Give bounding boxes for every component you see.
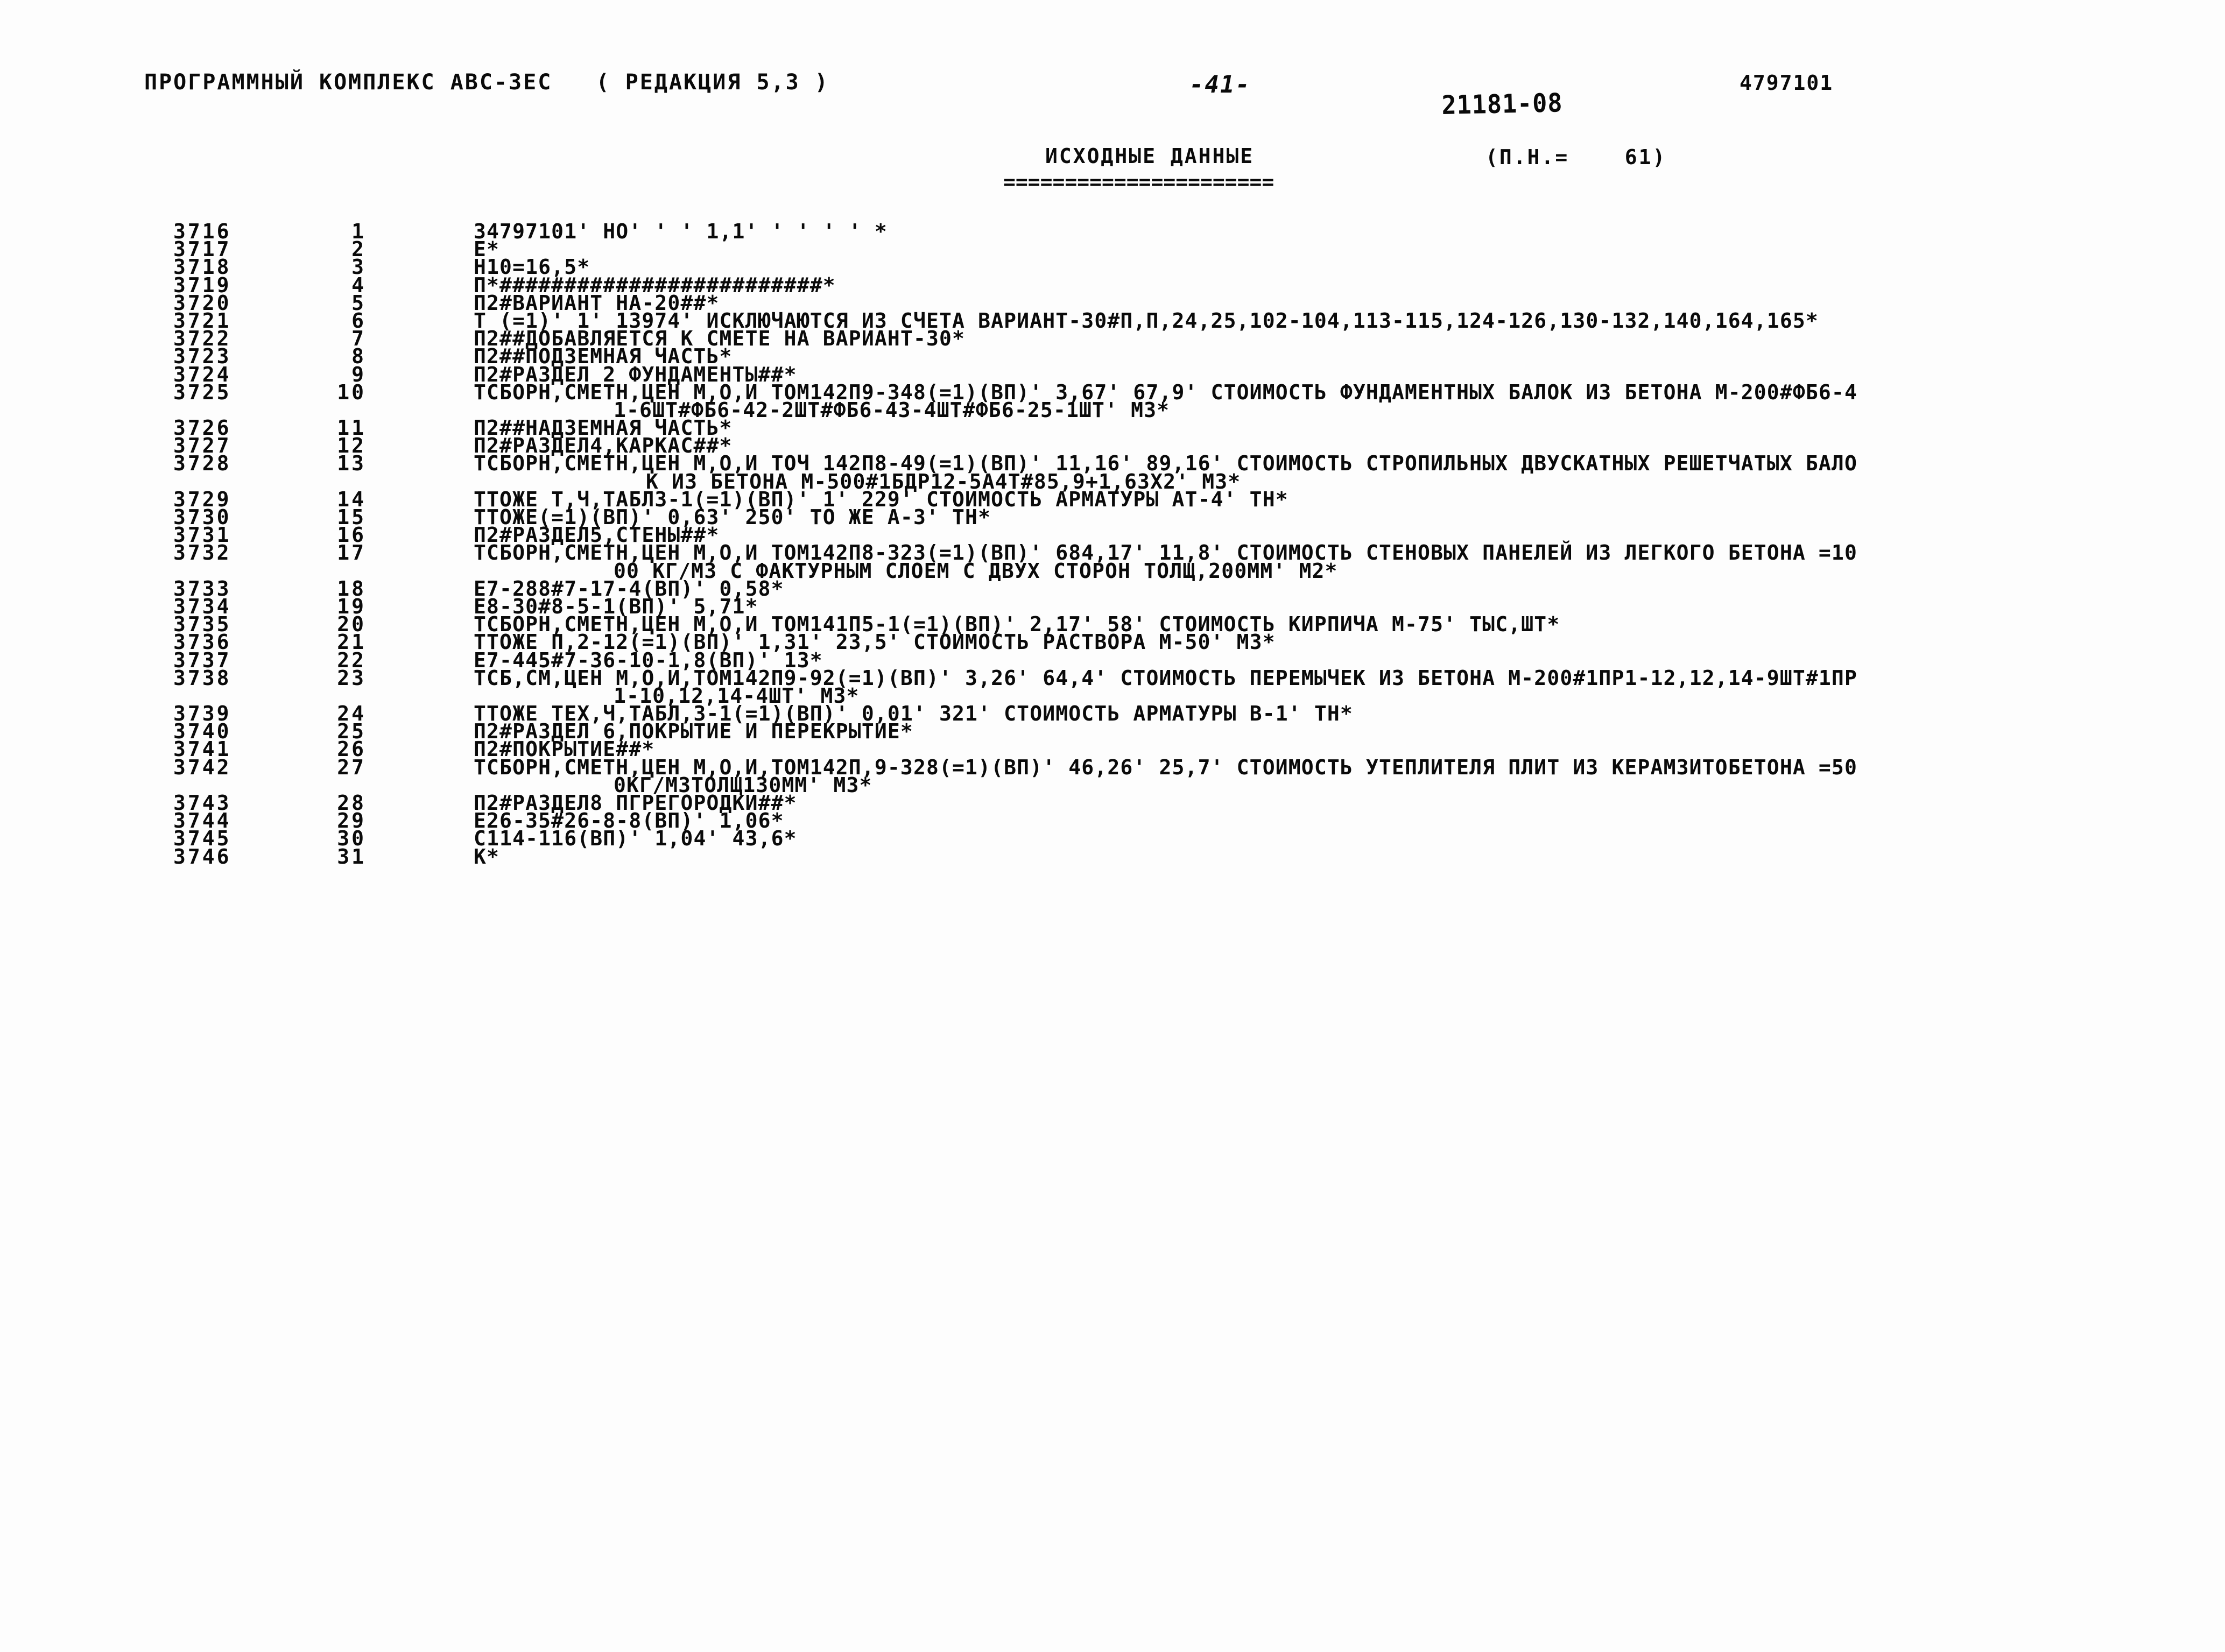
listing-row: 3738 23 ТСБ,СМ,ЦЕН М,О,И,ТОМ142П9-92(=1)(В… <box>0 666 2225 690</box>
listing-row: 3727 12 П2#РАЗДЕЛ4,КАРКАС##* <box>0 434 2225 457</box>
listing-row: 3736 21 ТТОЖЕ П,2-12(=1)(ВП)' 1,31' 23,5' … <box>0 630 2225 654</box>
listing-row: 0КГ/М3ТОЛЩ130ММ' М3* <box>0 773 2225 797</box>
listing-row: 3724 9 П2#РАЗДЕЛ 2 ФУНДАМЕНТЫ##* <box>0 363 2225 386</box>
listing-row: 3732 17 ТСБОРН,СМЕТН,ЦЕН М,О,И ТОМ142П8-32… <box>0 541 2225 564</box>
listing-row: 3742 27 ТСБОРН,СМЕТН,ЦЕН М,О,И,ТОМ142П,9-3… <box>0 756 2225 779</box>
listing-row: 00 КГ/М3 С ФАКТУРНЫМ СЛОЕМ С ДВУХ СТОРОН… <box>0 559 2225 583</box>
listing-row: 3735 20 ТСБОРН,СМЕТН,ЦЕН М,О,И ТОМ141П5-1(… <box>0 612 2225 636</box>
page-number: -41- <box>1189 71 1251 98</box>
listing-row: 3745 30 С114-116(ВП)' 1,04' 43,6* <box>0 827 2225 850</box>
code-listing: 3716 1 34797101' НО' ' ' 1,1' ' ' ' ' * 371… <box>0 220 2225 869</box>
listing-row: 3720 5 П2#ВАРИАНТ НА-20##* <box>0 291 2225 315</box>
section-title: ИСХОДНЫЕ ДАННЫЕ <box>1045 144 1255 168</box>
listing-row: 3744 29 Е26-35#26-8-8(ВП)' 1,06* <box>0 809 2225 832</box>
listing-row: 3741 26 П2#ПОКРЫТИЕ##* <box>0 737 2225 761</box>
listing-row: 3733 18 Е7-288#7-17-4(ВП)' 0,58* <box>0 577 2225 601</box>
pn-counter: (П.Н.= 61) <box>1485 145 1667 169</box>
listing-row: 1-10,12,14-4ШТ' М3* <box>0 684 2225 708</box>
listing-row: 3723 8 П2##ПОДЗЕМНАЯ ЧАСТЬ* <box>0 344 2225 368</box>
program-title: ПРОГРАММНЫЙ КОМПЛЕКС АВС-3ЕС ( РЕДАКЦИЯ … <box>144 70 829 95</box>
listing-row: 3721 6 Т (=1)' 1' 13974' ИСКЛЮЧАЮТСЯ ИЗ СЧ… <box>0 309 2225 333</box>
listing-row: 3729 14 ТТОЖЕ Т,Ч,ТАБЛ3-1(=1)(ВП)' 1' 229'… <box>0 488 2225 511</box>
listing-text: К* <box>474 844 500 869</box>
page-header: ПРОГРАММНЫЙ КОМПЛЕКС АВС-3ЕС ( РЕДАКЦИЯ … <box>0 70 2225 121</box>
section-title-underline: ====================== <box>1003 170 1275 194</box>
listing-row: 3743 28 П2#РАЗДЕЛ8 ПГРЕГОРОДКИ##* <box>0 791 2225 815</box>
document-number: 4797101 <box>1740 71 1834 95</box>
listing-row: 3718 3 Н10=16,5* <box>0 255 2225 279</box>
listing-row: 3734 19 Е8-30#8-5-1(ВП)' 5,71* <box>0 595 2225 618</box>
listing-row: 3717 2 Е* <box>0 237 2225 261</box>
stamp-number: 21181-08 <box>1441 88 1563 121</box>
listing-row: 3746 31 К* <box>0 845 2225 869</box>
listing-row: 3730 15 ТТОЖЕ(=1)(ВП)' 0,63' 250' ТО ЖЕ А-… <box>0 505 2225 529</box>
listing-row: 3726 11 П2##НАДЗЕМНАЯ ЧАСТЬ* <box>0 416 2225 440</box>
listing-row: 3731 16 П2#РАЗДЕЛ5,СТЕНЫ##* <box>0 523 2225 547</box>
listing-sequence-number: 31 <box>337 844 366 869</box>
listing-line-number: 3746 <box>173 844 231 869</box>
listing-row: 3740 25 П2#РАЗДЕЛ 6,ПОКРЫТИЕ И ПЕРЕКРЫТИЕ* <box>0 719 2225 743</box>
listing-row: 3728 13 ТСБОРН,СМЕТН,ЦЕН М,О,И ТОЧ 142П8-4… <box>0 451 2225 475</box>
listing-row: 3737 22 Е7-445#7-36-10-1,8(ВП)' 13* <box>0 648 2225 672</box>
listing-row: 3719 4 П*#########################* <box>0 273 2225 297</box>
listing-row: 3725 10 ТСБОРН,СМЕТН,ЦЕН М,О,И ТОМ142П9-34… <box>0 380 2225 404</box>
listing-row: 3739 24 ТТОЖЕ ТЕХ,Ч,ТАБЛ,3-1(=1)(ВП)' 0,01… <box>0 702 2225 725</box>
document-page: ПРОГРАММНЫЙ КОМПЛЕКС АВС-3ЕС ( РЕДАКЦИЯ … <box>0 0 2225 1652</box>
listing-row: 3716 1 34797101' НО' ' ' 1,1' ' ' ' ' * <box>0 220 2225 243</box>
listing-row: 3722 7 П2##ДОБАВЛЯЕТСЯ К СМЕТЕ НА ВАРИАНТ-… <box>0 327 2225 350</box>
listing-row: К ИЗ БЕТОНА М-500#1БДР12-5А4Т#85,9+1,63Х… <box>0 470 2225 493</box>
listing-row: 1-6ШТ#ФБ6-42-2ШТ#ФБ6-43-4ШТ#ФБ6-25-1ШТ' … <box>0 398 2225 422</box>
